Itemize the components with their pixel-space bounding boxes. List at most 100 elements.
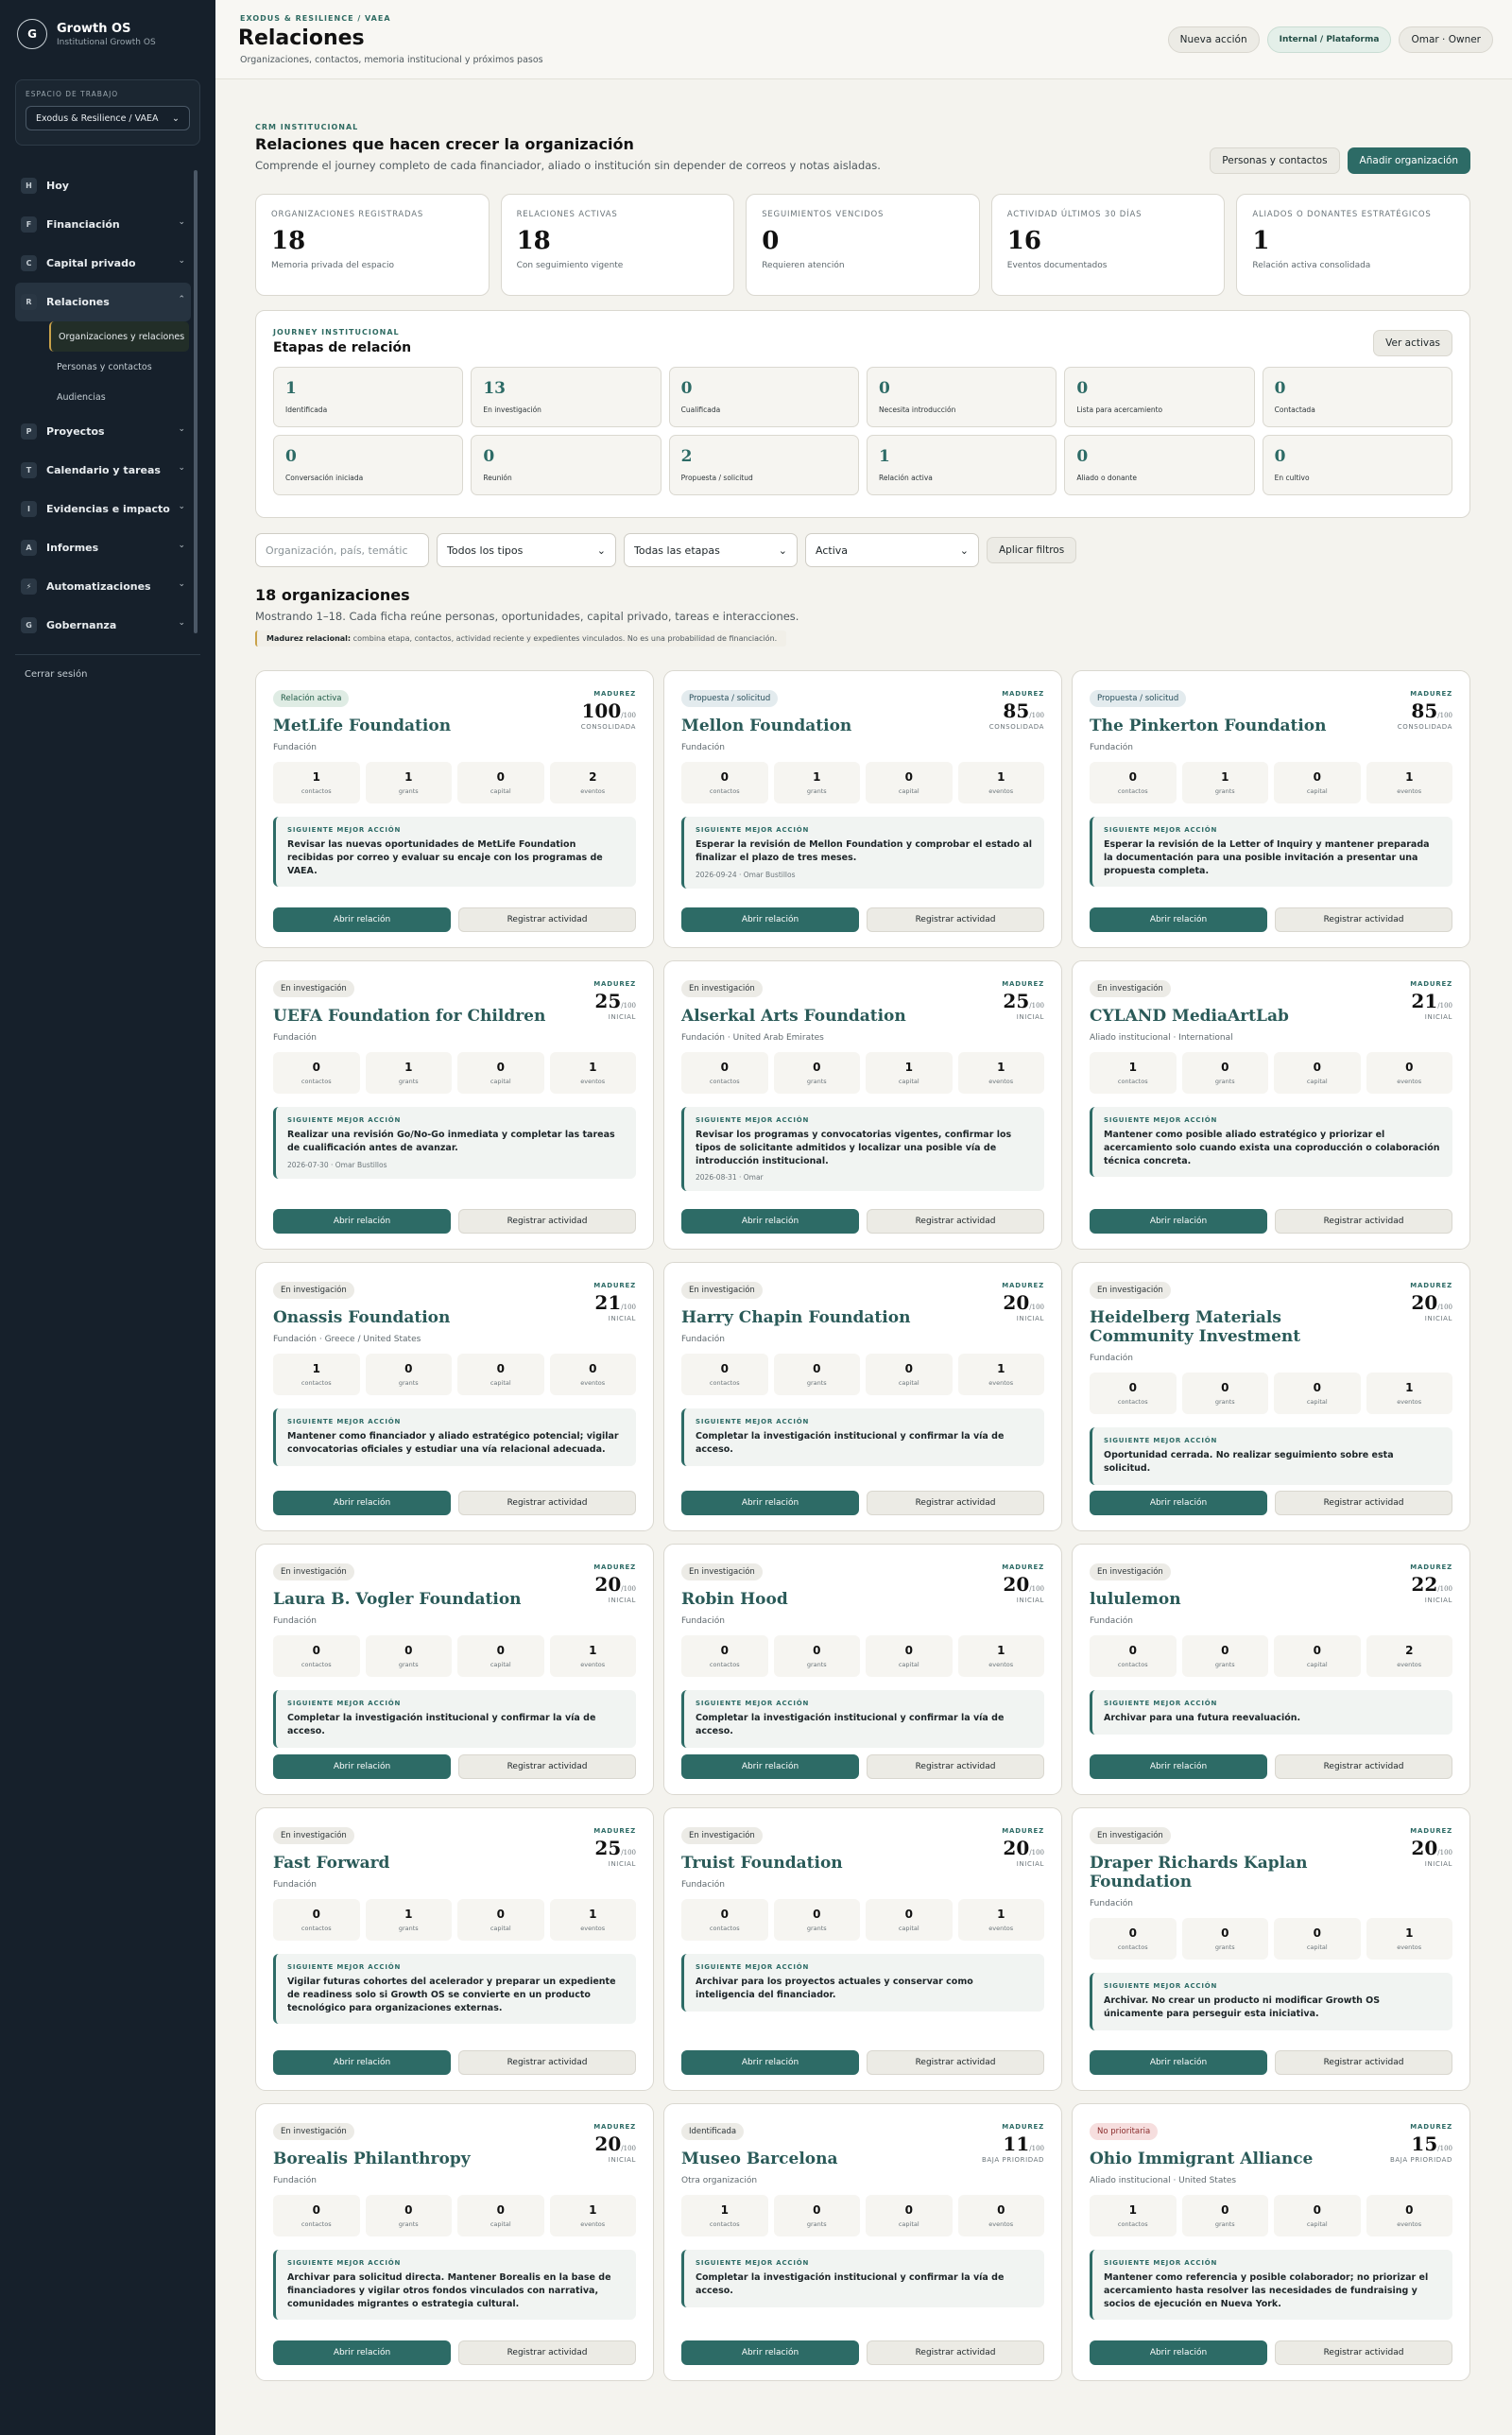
- organization-name[interactable]: Onassis Foundation: [273, 1308, 557, 1327]
- sidebar-item-automatizaciones[interactable]: ⚡ Automatizaciones ⌄: [15, 567, 191, 606]
- organization-name[interactable]: CYLAND MediaArtLab: [1090, 1007, 1373, 1026]
- open-relation-button[interactable]: Abrir relación: [1090, 1491, 1267, 1515]
- organization-name[interactable]: MetLife Foundation: [273, 717, 557, 735]
- add-organization-button[interactable]: Añadir organización: [1347, 147, 1470, 174]
- organization-name[interactable]: Fast Forward: [273, 1854, 557, 1873]
- organization-name[interactable]: Ohio Immigrant Alliance: [1090, 2150, 1373, 2168]
- open-relation-button[interactable]: Abrir relación: [681, 1491, 859, 1515]
- sidebar-item-gobernanza[interactable]: G Gobernanza ⌄: [15, 606, 191, 645]
- log-activity-button[interactable]: Registrar actividad: [867, 1754, 1044, 1779]
- organization-name[interactable]: Draper Richards Kaplan Foundation: [1090, 1854, 1373, 1891]
- organization-name[interactable]: Museo Barcelona: [681, 2150, 965, 2168]
- search-input[interactable]: Organización, país, temátic: [255, 533, 429, 567]
- stage-value: 0: [1076, 379, 1089, 398]
- log-activity-button[interactable]: Registrar actividad: [458, 907, 636, 932]
- maturity-tier: BAJA PRIORIDAD: [1390, 2156, 1452, 2164]
- organization-name[interactable]: UEFA Foundation for Children: [273, 1007, 557, 1026]
- log-activity-button[interactable]: Registrar actividad: [458, 1491, 636, 1515]
- view-active-button[interactable]: Ver activas: [1373, 330, 1452, 356]
- log-activity-button[interactable]: Registrar actividad: [867, 2050, 1044, 2075]
- sidebar-item-proyectos[interactable]: P Proyectos ⌄: [15, 412, 191, 451]
- open-relation-button[interactable]: Abrir relación: [273, 1754, 451, 1779]
- new-action-button[interactable]: Nueva acción: [1167, 26, 1260, 53]
- workspace-select[interactable]: Exodus & Resilience / VAEA ⌄: [26, 106, 190, 130]
- sidebar-item-evidencias-e-impacto[interactable]: I Evidencias e impacto ⌄: [15, 490, 191, 528]
- workspace-label: ESPACIO DE TRABAJO: [26, 90, 119, 98]
- stage-conversacion-iniciada[interactable]: 0 Conversación iniciada: [273, 435, 464, 495]
- open-relation-button[interactable]: Abrir relación: [681, 1209, 859, 1234]
- open-relation-button[interactable]: Abrir relación: [273, 2050, 451, 2075]
- apply-filters-button[interactable]: Aplicar filtros: [987, 537, 1077, 563]
- open-relation-button[interactable]: Abrir relación: [1090, 2050, 1267, 2075]
- stage-identificada[interactable]: 1 Identificada: [273, 367, 464, 427]
- open-relation-button[interactable]: Abrir relación: [681, 1754, 859, 1779]
- user-menu[interactable]: Omar · Owner: [1399, 26, 1493, 53]
- organization-name[interactable]: Harry Chapin Foundation: [681, 1308, 965, 1327]
- stage-relacion-activa[interactable]: 1 Relación activa: [866, 435, 1057, 495]
- organization-name[interactable]: Laura B. Vogler Foundation: [273, 1590, 557, 1609]
- metric-value: 0: [904, 1908, 913, 1921]
- sidebar-subitem-personas-y-contactos[interactable]: Personas y contactos: [49, 352, 191, 382]
- organization-name[interactable]: lululemon: [1090, 1590, 1373, 1609]
- sidebar-subitem-audiencias[interactable]: Audiencias: [49, 382, 191, 412]
- open-relation-button[interactable]: Abrir relación: [1090, 2340, 1267, 2365]
- open-relation-button[interactable]: Abrir relación: [1090, 1754, 1267, 1779]
- log-activity-button[interactable]: Registrar actividad: [458, 2340, 636, 2365]
- status-select[interactable]: Activa ⌄: [805, 533, 979, 567]
- open-relation-button[interactable]: Abrir relación: [681, 2340, 859, 2365]
- sidebar-item-informes[interactable]: A Informes ⌄: [15, 528, 191, 567]
- log-activity-button[interactable]: Registrar actividad: [1275, 1754, 1452, 1779]
- stage-reunion[interactable]: 0 Reunión: [471, 435, 662, 495]
- organization-name[interactable]: Mellon Foundation: [681, 717, 965, 735]
- organization-name[interactable]: Robin Hood: [681, 1590, 965, 1609]
- stage-lista-para-acercamiento[interactable]: 0 Lista para acercamiento: [1064, 367, 1255, 427]
- open-relation-button[interactable]: Abrir relación: [273, 1209, 451, 1234]
- open-relation-button[interactable]: Abrir relación: [681, 907, 859, 932]
- log-activity-button[interactable]: Registrar actividad: [458, 1754, 636, 1779]
- log-activity-button[interactable]: Registrar actividad: [1275, 2050, 1452, 2075]
- stage-necesita-introduccion[interactable]: 0 Necesita introducción: [866, 367, 1057, 427]
- log-activity-button[interactable]: Registrar actividad: [458, 1209, 636, 1234]
- open-relation-button[interactable]: Abrir relación: [681, 2050, 859, 2075]
- open-relation-button[interactable]: Abrir relación: [1090, 907, 1267, 932]
- sidebar-item-calendario-y-tareas[interactable]: T Calendario y tareas ⌄: [15, 451, 191, 490]
- stage-en-investigacion[interactable]: 13 En investigación: [471, 367, 662, 427]
- sidebar-item-hoy[interactable]: H Hoy: [15, 166, 191, 205]
- log-activity-button[interactable]: Registrar actividad: [867, 2340, 1044, 2365]
- sidebar-item-label: Evidencias e impacto: [46, 503, 170, 515]
- log-activity-button[interactable]: Registrar actividad: [867, 1209, 1044, 1234]
- stage-propuesta-solicitud[interactable]: 2 Propuesta / solicitud: [668, 435, 859, 495]
- breadcrumb[interactable]: EXODUS & RESILIENCE / VAEA: [240, 14, 391, 23]
- sidebar-item-capital-privado[interactable]: C Capital privado ⌄: [15, 244, 191, 283]
- stage-aliado-o-donante[interactable]: 0 Aliado o donante: [1064, 435, 1255, 495]
- people-contacts-button[interactable]: Personas y contactos: [1210, 147, 1340, 174]
- log-activity-button[interactable]: Registrar actividad: [1275, 1209, 1452, 1234]
- organization-name[interactable]: Alserkal Arts Foundation: [681, 1007, 965, 1026]
- log-activity-button[interactable]: Registrar actividad: [1275, 907, 1452, 932]
- sidebar-item-relaciones[interactable]: R Relaciones ⌃: [15, 283, 191, 321]
- open-relation-button[interactable]: Abrir relación: [1090, 1209, 1267, 1234]
- type-select[interactable]: Todos los tipos ⌄: [437, 533, 616, 567]
- organization-name[interactable]: The Pinkerton Foundation: [1090, 717, 1373, 735]
- stage-cualificada[interactable]: 0 Cualificada: [668, 367, 859, 427]
- stage-contactada[interactable]: 0 Contactada: [1262, 367, 1452, 427]
- organization-name[interactable]: Borealis Philanthropy: [273, 2150, 557, 2168]
- sidebar-subitem-organizaciones-y-relaciones[interactable]: Organizaciones y relaciones: [49, 321, 189, 352]
- organization-name[interactable]: Heidelberg Materials Community Investmen…: [1090, 1308, 1373, 1346]
- log-activity-button[interactable]: Registrar actividad: [1275, 2340, 1452, 2365]
- environment-badge[interactable]: Internal / Plataforma: [1266, 26, 1392, 53]
- log-activity-button[interactable]: Registrar actividad: [1275, 1491, 1452, 1515]
- log-activity-button[interactable]: Registrar actividad: [867, 907, 1044, 932]
- stage-en-cultivo[interactable]: 0 En cultivo: [1262, 435, 1452, 495]
- stage-select[interactable]: Todas las etapas ⌄: [624, 533, 798, 567]
- organization-name[interactable]: Truist Foundation: [681, 1854, 965, 1873]
- open-relation-button[interactable]: Abrir relación: [273, 1491, 451, 1515]
- sidebar-scrollbar[interactable]: [194, 170, 198, 633]
- brand[interactable]: G Growth OS Institutional Growth OS: [17, 19, 156, 49]
- open-relation-button[interactable]: Abrir relación: [273, 907, 451, 932]
- open-relation-button[interactable]: Abrir relación: [273, 2340, 451, 2365]
- log-activity-button[interactable]: Registrar actividad: [458, 2050, 636, 2075]
- sidebar-item-financiacion[interactable]: F Financiación ⌄: [15, 205, 191, 244]
- logout-link[interactable]: Cerrar sesión: [25, 669, 87, 680]
- log-activity-button[interactable]: Registrar actividad: [867, 1491, 1044, 1515]
